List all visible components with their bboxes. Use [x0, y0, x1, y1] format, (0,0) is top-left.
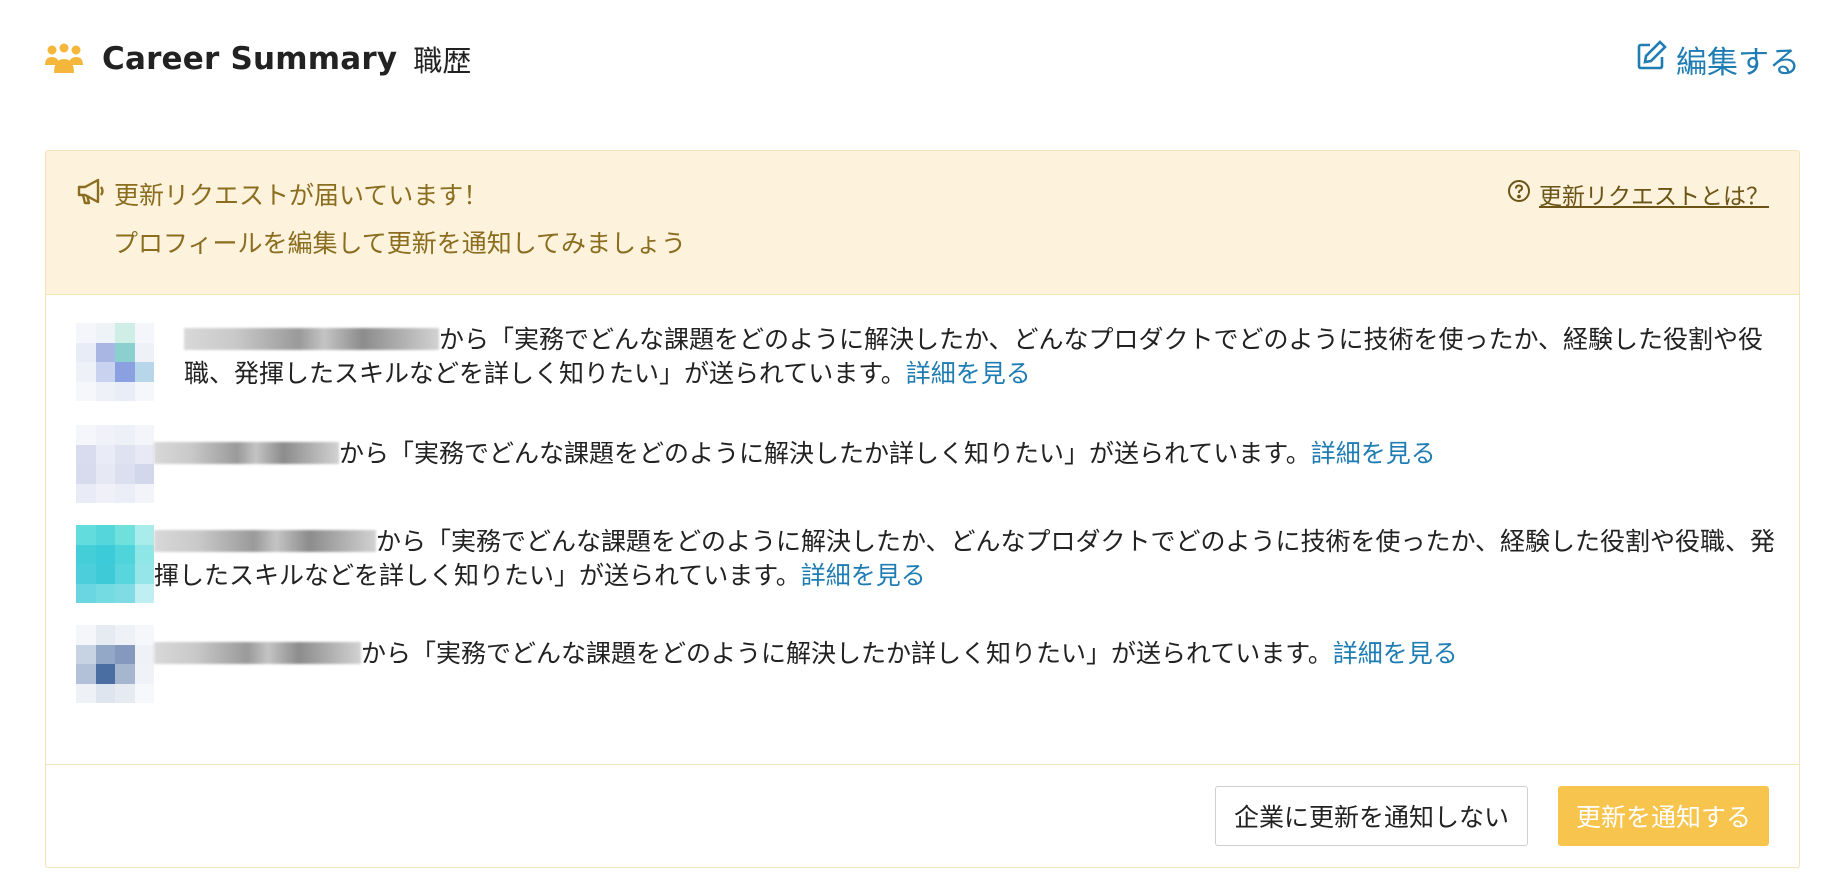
requester-avatar	[76, 425, 154, 503]
section-title: Career Summary	[102, 41, 398, 77]
view-details-link[interactable]: 詳細を見る	[801, 561, 926, 590]
request-list: から「実務でどんな課題をどのように解決したか、どんなプロダクトでどのように技術を…	[46, 295, 1799, 765]
edit-link[interactable]: 編集する	[1636, 37, 1800, 82]
view-details-link[interactable]: 詳細を見る	[1311, 439, 1436, 468]
request-text: から「実務でどんな課題をどのように解決したか詳しく知りたい」が送られています。	[339, 439, 1311, 468]
notify-update-button[interactable]: 更新を通知する	[1557, 786, 1769, 846]
update-request-notice: 更新リクエストが届いています！ プロフィールを編集して更新を通知してみましょう …	[46, 151, 1799, 295]
request-item: から「実務でどんな課題をどのように解決したか詳しく知りたい」が送られています。詳…	[76, 625, 1776, 709]
requester-name-blurred	[154, 442, 339, 464]
section-header: Career Summary 職歴 編集する	[44, 34, 1800, 84]
people-icon	[44, 42, 86, 76]
requester-name-blurred	[154, 642, 361, 664]
question-circle-icon	[1507, 179, 1539, 209]
requester-name-blurred	[184, 328, 439, 350]
megaphone-icon	[76, 177, 114, 211]
requester-avatar	[76, 323, 154, 401]
help-label: 更新リクエストとは？	[1539, 184, 1769, 210]
notice-title: 更新リクエストが届いています！	[114, 181, 489, 210]
request-item: から「実務でどんな課題をどのように解決したか詳しく知りたい」が送られています。詳…	[76, 425, 1776, 509]
view-details-link[interactable]: 詳細を見る	[1333, 639, 1458, 668]
view-details-link[interactable]: 詳細を見る	[906, 359, 1031, 388]
notice-subtitle: プロフィールを編集して更新を通知してみましょう	[113, 229, 687, 258]
request-text: から「実務でどんな課題をどのように解決したか、どんなプロダクトでどのように技術を…	[154, 527, 1776, 590]
edit-label: 編集する	[1676, 44, 1800, 81]
requester-name-blurred	[154, 530, 376, 552]
request-item: から「実務でどんな課題をどのように解決したか、どんなプロダクトでどのように技術を…	[76, 323, 1776, 407]
panel-footer: 企業に更新を通知しない 更新を通知する	[46, 765, 1799, 867]
update-request-panel: 更新リクエストが届いています！ プロフィールを編集して更新を通知してみましょう …	[45, 150, 1800, 868]
request-text: から「実務でどんな課題をどのように解決したか詳しく知りたい」が送られています。	[361, 639, 1333, 668]
requester-avatar	[76, 525, 154, 603]
do-not-notify-button[interactable]: 企業に更新を通知しない	[1214, 786, 1528, 846]
update-request-help-link[interactable]: 更新リクエストとは？	[1507, 177, 1769, 211]
section-subtitle: 職歴	[413, 44, 472, 78]
requester-avatar	[76, 625, 154, 703]
edit-icon	[1636, 39, 1676, 79]
request-item: から「実務でどんな課題をどのように解決したか、どんなプロダクトでどのように技術を…	[76, 525, 1776, 609]
